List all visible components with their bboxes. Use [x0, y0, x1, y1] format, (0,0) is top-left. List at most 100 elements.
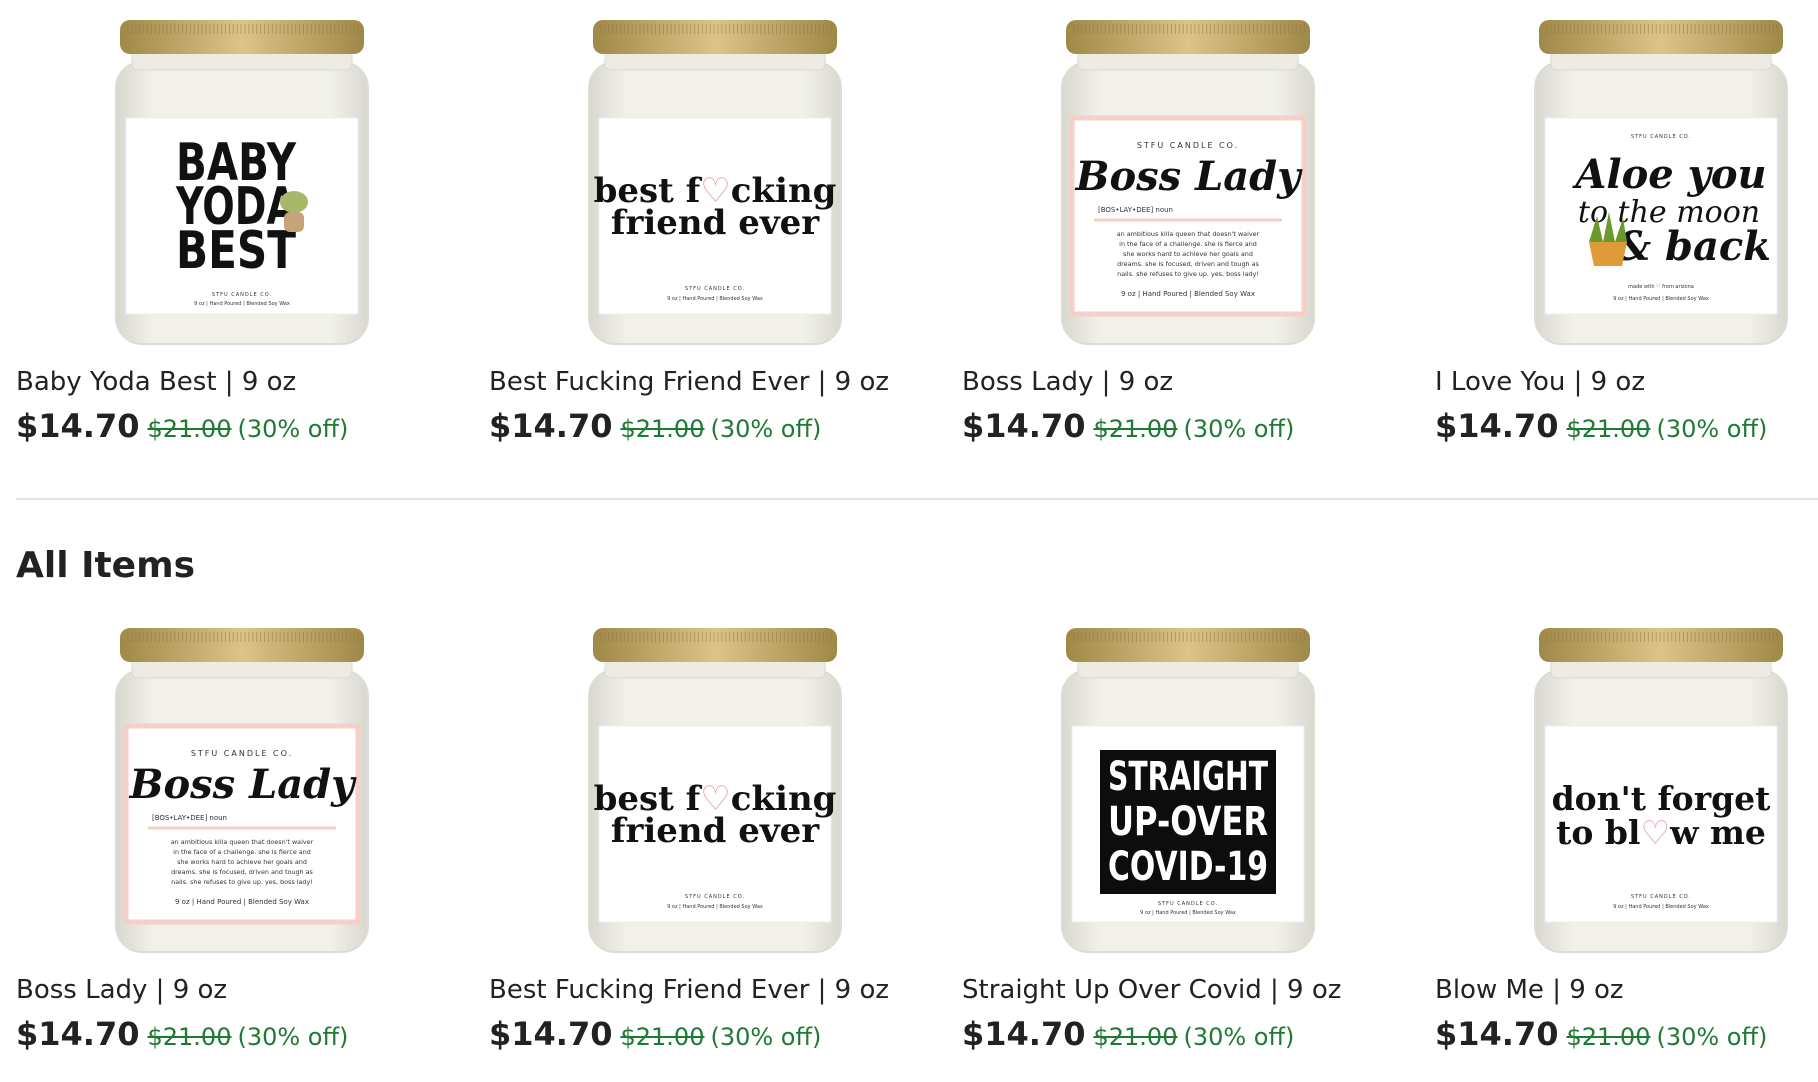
label-brand: STFU CANDLE CO.: [1631, 134, 1691, 140]
product-image[interactable]: don't forget to bl♡w me STFU CANDLE CO. 9 o…: [1435, 608, 1818, 962]
label-footer: 9 oz | Hand Poured | Blended Soy Wax: [1613, 296, 1709, 302]
label-description: she works hard to achieve her goals and: [177, 858, 307, 866]
candle-jar-illustration: best f♡ckingfriend everSTFU CANDLE CO.9 …: [588, 628, 842, 953]
label-description: an ambitious killa queen that doesn't wa…: [171, 838, 314, 846]
product-image[interactable]: best f♡cking friend ever STFU CANDLE CO. 9 …: [489, 608, 962, 962]
discount-percent: (30% off): [1656, 1023, 1768, 1051]
label-made-with: made with ♡ from arizona: [1628, 284, 1694, 290]
candle-jar-illustration: STFU CANDLE CO. Boss Lady [BOS•LAY•DEE] no…: [115, 628, 369, 953]
listing-card[interactable]: don't forget to bl♡w me STFU CANDLE CO. 9 o…: [1435, 608, 1818, 1058]
label-headline: Aloe you: [1571, 151, 1766, 198]
price-row: $14.70 $21.00 (30% off): [16, 408, 489, 450]
label-description: nails. she refuses to give up. yes, boss…: [171, 878, 313, 886]
jar-lid: [1066, 628, 1310, 662]
discount-percent: (30% off): [1656, 415, 1768, 443]
jar-lid: [1066, 20, 1310, 54]
sale-price: $14.70: [1435, 1015, 1559, 1053]
candle-jar-illustration: don't forgetto bl♡w meSTFU CANDLE CO.9 o…: [1534, 628, 1788, 953]
label-brand: STFU CANDLE CO.: [1158, 901, 1218, 907]
label-description: an ambitious killa queen that doesn't wa…: [1117, 230, 1260, 238]
label-brand: STFU CANDLE CO.: [685, 286, 745, 292]
price-row: $14.70 $21.00 (30% off): [962, 1016, 1435, 1058]
label-description: in the face of a challenge. she is fierc…: [173, 848, 311, 856]
label-brand: STFU CANDLE CO.: [1631, 894, 1691, 900]
listing-title[interactable]: Boss Lady | 9 oz: [16, 974, 489, 1006]
jar-lid: [593, 20, 837, 54]
listing-title[interactable]: Straight Up Over Covid | 9 oz: [962, 974, 1435, 1006]
product-image[interactable]: STFU CANDLE CO. Boss Lady [BOS•LAY•DEE] no…: [16, 608, 489, 962]
price-row: $14.70 $21.00 (30% off): [489, 1016, 962, 1058]
product-image[interactable]: STFU CANDLE CO. Boss Lady [BOS•LAY•DEE] no…: [962, 0, 1435, 354]
listing-card[interactable]: BABY YODA BEST STFU CANDLE CO. 9 oz | Hand P…: [16, 0, 489, 450]
price-row: $14.70 $21.00 (30% off): [1435, 1016, 1818, 1058]
product-image[interactable]: BABY YODA BEST STFU CANDLE CO. 9 oz | Hand P…: [16, 0, 489, 354]
discount-percent: (30% off): [1183, 415, 1295, 443]
label-footer: 9 oz | Hand Poured | Blended Soy Wax: [1613, 904, 1709, 910]
listing-card[interactable]: best f♡cking friend ever STFU CANDLE CO. 9 …: [489, 0, 962, 450]
listing-card[interactable]: STFU CANDLE CO. Boss Lady [BOS•LAY•DEE] no…: [16, 608, 489, 1058]
jar-lid: [593, 628, 837, 662]
price-row: $14.70 $21.00 (30% off): [16, 1016, 489, 1058]
label-phonetic: [BOS•LAY•DEE] noun: [152, 814, 227, 822]
label-description: dreams. she is focused, driven and tough…: [171, 868, 313, 876]
listing-card[interactable]: STRAIGHT UP-OVER COVID-19 STFU CANDLE CO. 9 …: [962, 608, 1435, 1058]
listing-card[interactable]: STFU CANDLE CO. Aloe you to the moon & back…: [1435, 0, 1818, 450]
sale-price: $14.70: [962, 1015, 1086, 1053]
jar-lid: [1539, 628, 1783, 662]
label-description: dreams. she is focused, driven and tough…: [1117, 260, 1259, 268]
label-description: nails. she refuses to give up. yes, boss…: [1117, 270, 1259, 278]
label-headline: UP-OVER: [1108, 799, 1268, 845]
listing-title[interactable]: Baby Yoda Best | 9 oz: [16, 366, 489, 398]
sale-price: $14.70: [962, 407, 1086, 445]
original-price: $21.00: [147, 1023, 232, 1051]
listing-card[interactable]: STFU CANDLE CO. Boss Lady [BOS•LAY•DEE] no…: [962, 0, 1435, 450]
jar-lid: [1539, 20, 1783, 54]
listing-title[interactable]: Boss Lady | 9 oz: [962, 366, 1435, 398]
label-headline: Boss Lady: [1075, 153, 1303, 200]
label-footer: 9 oz | Hand Poured | Blended Soy Wax: [175, 898, 309, 906]
label-headline: & back: [1615, 223, 1771, 270]
product-image[interactable]: STRAIGHT UP-OVER COVID-19 STFU CANDLE CO. 9 …: [962, 608, 1435, 962]
label-footer: 9 oz | Hand Poured | Blended Soy Wax: [1121, 290, 1255, 298]
discount-percent: (30% off): [710, 1023, 822, 1051]
label-brand: STFU CANDLE CO.: [191, 749, 293, 758]
candle-jar-illustration: STRAIGHTUP-OVERCOVID-19 STFU CANDLE CO. 9 …: [1061, 628, 1315, 953]
product-image[interactable]: best f♡cking friend ever STFU CANDLE CO. 9 …: [489, 0, 962, 354]
sale-price: $14.70: [1435, 407, 1559, 445]
discount-percent: (30% off): [1183, 1023, 1295, 1051]
candle-jar-illustration: STFU CANDLE CO.Aloe youto the moon& back…: [1534, 20, 1788, 345]
section-title: All Items: [16, 545, 196, 586]
discount-percent: (30% off): [237, 1023, 349, 1051]
sale-price: $14.70: [16, 1015, 140, 1053]
discount-percent: (30% off): [237, 415, 349, 443]
sale-price: $14.70: [16, 407, 140, 445]
original-price: $21.00: [147, 415, 232, 443]
label-headline: BEST: [176, 221, 296, 281]
label-brand: STFU CANDLE CO.: [685, 894, 745, 900]
label-footer: 9 oz | Hand Poured | Blended Soy Wax: [1140, 910, 1236, 916]
label-headline: STRAIGHT: [1108, 754, 1269, 800]
listing-card[interactable]: best f♡cking friend ever STFU CANDLE CO. 9 …: [489, 608, 962, 1058]
original-price: $21.00: [620, 415, 705, 443]
featured-listings: BABY YODA BEST STFU CANDLE CO. 9 oz | Hand P…: [16, 0, 1818, 450]
product-image[interactable]: STFU CANDLE CO. Aloe you to the moon & back…: [1435, 0, 1818, 354]
label-footer: 9 oz | Hand Poured | Blended Soy Wax: [194, 301, 290, 307]
original-price: $21.00: [1093, 415, 1178, 443]
listing-title[interactable]: Best Fucking Friend Ever | 9 oz: [489, 974, 962, 1006]
listing-title[interactable]: Best Fucking Friend Ever | 9 oz: [489, 366, 962, 398]
label-brand: STFU CANDLE CO.: [1137, 141, 1239, 150]
label-footer: 9 oz | Hand Poured | Blended Soy Wax: [667, 296, 763, 302]
label-brand: STFU CANDLE CO.: [212, 292, 272, 298]
listing-title[interactable]: I Love You | 9 oz: [1435, 366, 1818, 398]
baby-yoda-icon: [280, 191, 308, 213]
candle-jar-illustration: BABYYODABESTSTFU CANDLE CO.9 oz | Hand P…: [115, 20, 369, 345]
sale-price: $14.70: [489, 407, 613, 445]
listing-title[interactable]: Blow Me | 9 oz: [1435, 974, 1818, 1006]
original-price: $21.00: [1093, 1023, 1178, 1051]
original-price: $21.00: [1566, 1023, 1651, 1051]
label-footer: 9 oz | Hand Poured | Blended Soy Wax: [667, 904, 763, 910]
sale-price: $14.70: [489, 1015, 613, 1053]
label-headline: friend ever: [611, 811, 820, 851]
label-headline: friend ever: [611, 203, 820, 243]
price-row: $14.70 $21.00 (30% off): [1435, 408, 1818, 450]
